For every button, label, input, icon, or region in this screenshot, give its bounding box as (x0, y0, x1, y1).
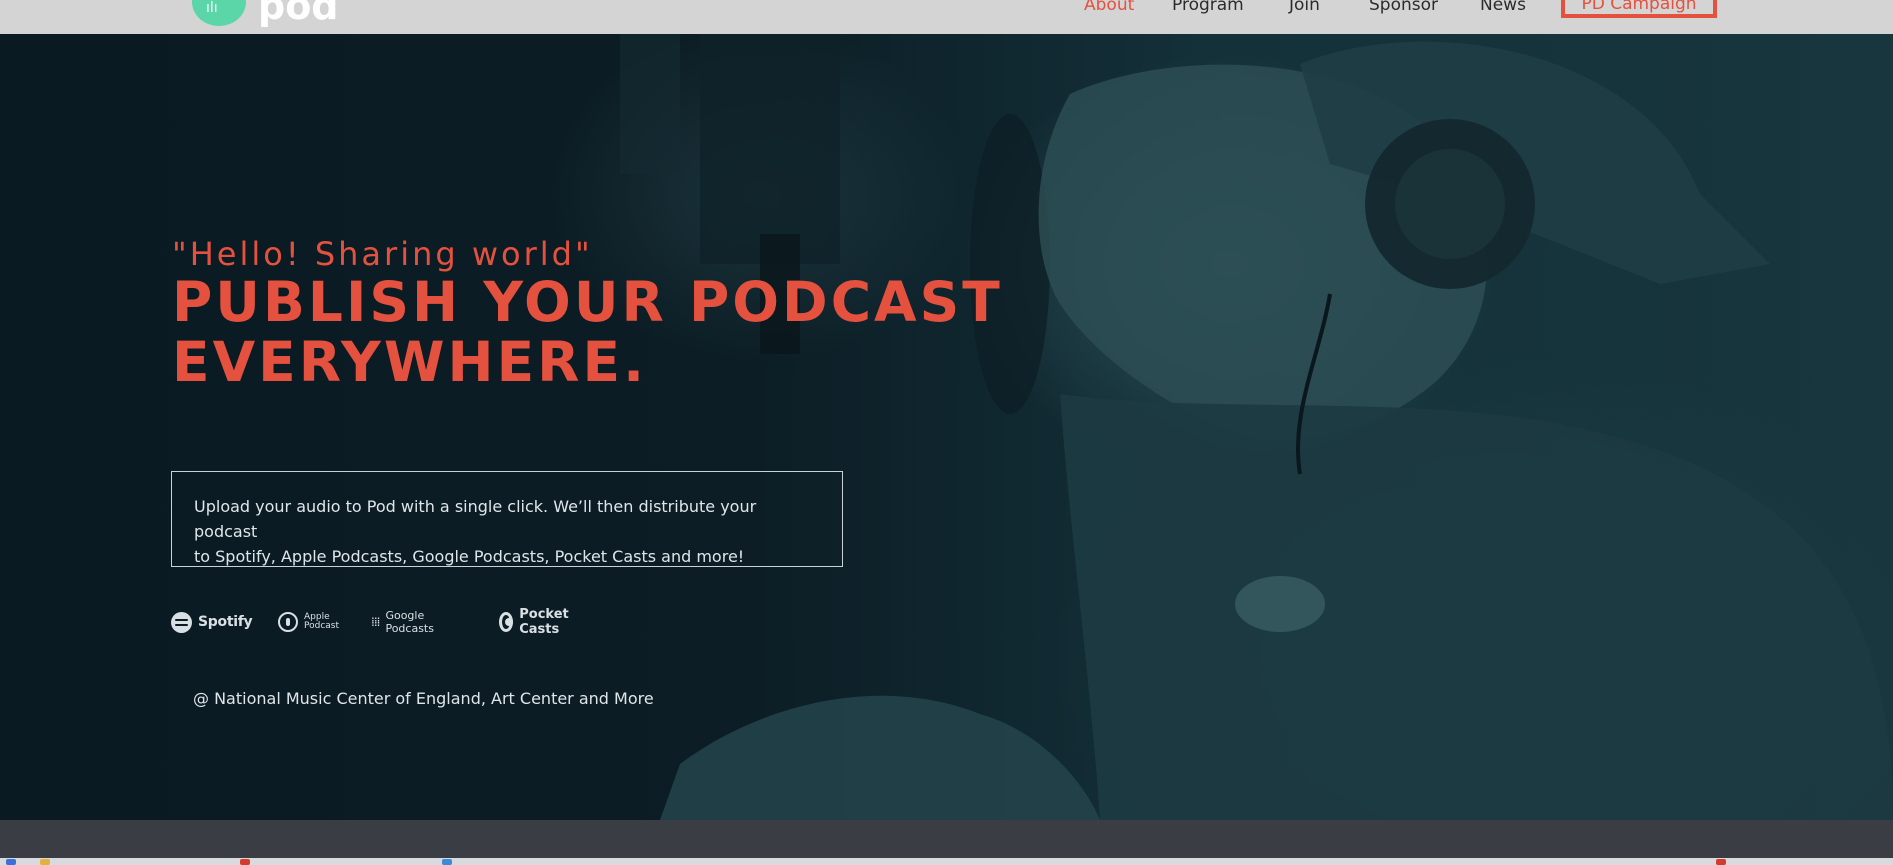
pocket-casts-logo[interactable]: Pocket Casts (499, 607, 575, 637)
app-icon[interactable] (442, 859, 452, 865)
hero-tagline: "Hello! Sharing world" (172, 235, 593, 273)
start-icon[interactable] (6, 859, 16, 865)
hero-description-line-2: to Spotify, Apple Podcasts, Google Podca… (194, 547, 745, 566)
apple-podcast-logo[interactable]: Apple Podcast (278, 608, 339, 636)
nav-link-sponsor[interactable]: Sponsor (1369, 0, 1438, 14)
pd-campaign-button[interactable]: PD Campaign (1561, 0, 1717, 18)
nav-link-news[interactable]: News (1480, 0, 1526, 14)
google-podcasts-label: Google Podcasts (385, 609, 434, 635)
sound-wave-icon: ılı (206, 0, 218, 16)
hero-description-box: Upload your audio to Pod with a single c… (171, 471, 843, 567)
hero-headline: PUBLISH YOUR PODCAST EVERYWHERE. (172, 272, 1072, 392)
pocket-casts-label: Pocket Casts (519, 607, 569, 637)
os-taskbar (0, 858, 1893, 865)
apple-podcast-label: Apple Podcast (304, 613, 339, 631)
logo-text[interactable]: pod (258, 0, 339, 26)
spotify-label: Spotify (198, 614, 253, 630)
tray-icon[interactable] (1716, 859, 1726, 865)
pocket-casts-icon (499, 612, 514, 632)
apple-podcast-icon (278, 612, 298, 632)
spotify-logo[interactable]: Spotify (171, 608, 253, 636)
top-navbar: ılı pod About Program Join Sponsor News … (0, 0, 1893, 34)
google-podcasts-icon: ⁞⁞⁞ (371, 615, 381, 629)
spotify-icon (171, 611, 192, 633)
google-podcasts-logo[interactable]: ⁞⁞⁞ Google Podcasts (371, 608, 434, 636)
footer-strip (0, 820, 1893, 858)
hero-description-line-1: Upload your audio to Pod with a single c… (194, 497, 757, 541)
browser-tab-icon[interactable] (240, 859, 250, 865)
hero-headline-line-1: PUBLISH YOUR PODCAST (172, 270, 1003, 334)
hero-section: "Hello! Sharing world" PUBLISH YOUR PODC… (0, 34, 1893, 820)
nav-link-about[interactable]: About (1084, 0, 1134, 14)
logo-icon[interactable]: ılı (192, 0, 246, 26)
nav-link-program[interactable]: Program (1172, 0, 1244, 14)
hero-location: @ National Music Center of England, Art … (193, 689, 654, 708)
hero-headline-line-2: EVERYWHERE. (172, 330, 647, 394)
nav-link-join[interactable]: Join (1289, 0, 1320, 14)
apple-podcast-label-line-2: Podcast (304, 621, 340, 631)
file-explorer-icon[interactable] (40, 859, 50, 865)
